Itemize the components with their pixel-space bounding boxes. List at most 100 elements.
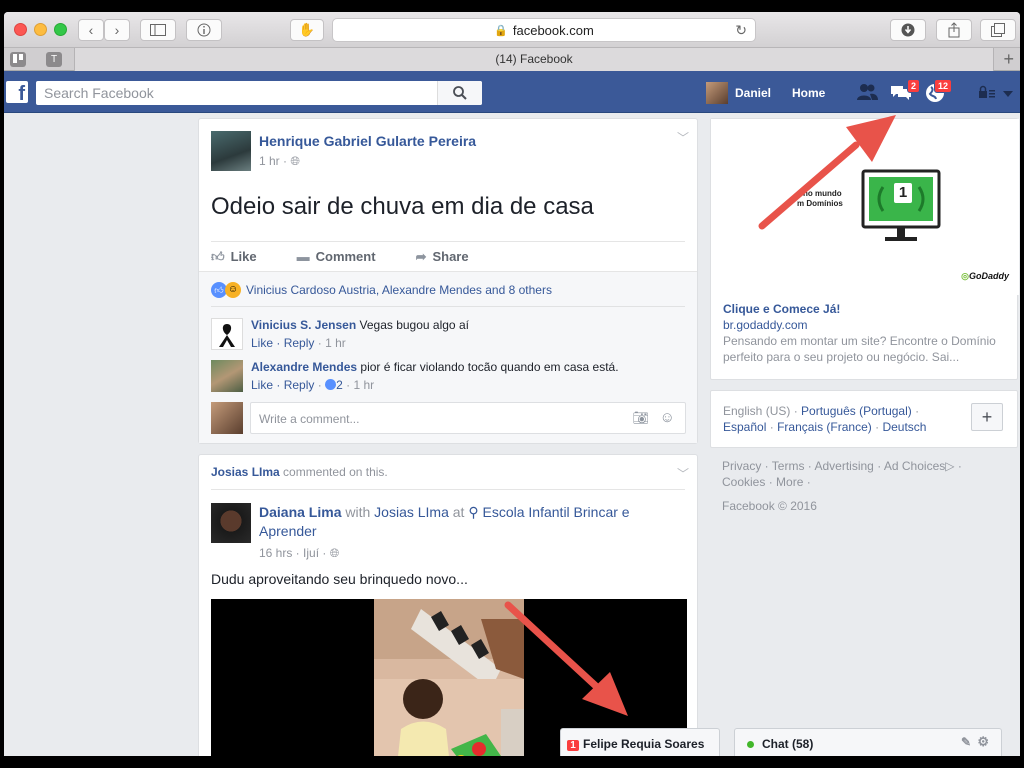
comment-icon: ▬ <box>296 249 310 264</box>
info-icon <box>197 23 211 37</box>
unread-badge: 1 <box>567 740 579 751</box>
privacy-shortcuts-button[interactable] <box>978 83 996 103</box>
ad-domain[interactable]: br.godaddy.com <box>723 317 1013 333</box>
account-menu-button[interactable] <box>1000 83 1016 103</box>
comment-like-count[interactable]: 2 <box>325 378 343 392</box>
downloads-button[interactable] <box>890 19 926 41</box>
close-window-button[interactable] <box>14 23 27 36</box>
address-bar[interactable]: 🔒 facebook.com ↻ <box>332 18 756 42</box>
post-card: Henrique Gabriel Gularte Pereira 1 hr · … <box>198 118 698 444</box>
comment-time[interactable]: 1 hr <box>325 336 346 350</box>
public-globe-icon: 🌐︎ <box>329 546 340 560</box>
language-link[interactable]: Français (France) <box>777 420 872 434</box>
comment-reply-link[interactable]: Reply <box>284 336 315 350</box>
language-link[interactable]: Deutsch <box>882 420 926 434</box>
friend-requests-button[interactable] <box>856 83 878 103</box>
location-pin-icon: ⚲ <box>468 504 479 520</box>
share-button[interactable]: ➦ Share <box>416 249 469 265</box>
post-author-avatar[interactable] <box>211 503 251 543</box>
comment-body: Vinicius S. Jensen Vegas bugou algo aí L… <box>251 318 469 350</box>
new-tab-button[interactable]: + <box>1003 49 1014 70</box>
footer-link[interactable]: Advertising <box>814 459 873 473</box>
ad-choices-icon: ▷ <box>945 459 955 473</box>
ghostery-button[interactable]: ✋ <box>290 19 324 41</box>
online-dot-icon <box>747 741 754 748</box>
back-button[interactable]: ‹ <box>78 19 104 41</box>
gear-icon[interactable]: ⚙ <box>977 734 989 750</box>
profile-link[interactable]: Daniel <box>706 82 771 104</box>
commenter-avatar[interactable] <box>211 318 243 350</box>
post-options-chevron-icon[interactable]: ﹀ <box>677 129 689 146</box>
share-arrow-icon: ➦ <box>415 249 427 264</box>
sponsored-ad[interactable]: no mundo m Domínios 1 ◎GoDaddy Clique e … <box>710 118 1019 380</box>
post-author-avatar[interactable] <box>211 131 251 171</box>
comment-like-link[interactable]: Like <box>251 336 273 350</box>
language-link[interactable]: Español <box>723 420 766 434</box>
language-link[interactable]: Português (Portugal) <box>801 404 912 418</box>
comment-time[interactable]: 1 hr <box>353 378 374 392</box>
search-button[interactable] <box>437 81 482 105</box>
home-link[interactable]: Home <box>792 86 825 100</box>
reload-icon[interactable]: ↻ <box>735 22 747 39</box>
comment-like-link[interactable]: Like <box>251 378 273 392</box>
hand-icon: ✋ <box>298 22 316 37</box>
url-text: facebook.com <box>512 22 594 38</box>
zoom-window-button[interactable] <box>54 23 67 36</box>
sidebar-icon <box>150 24 166 36</box>
my-avatar <box>211 402 243 434</box>
footer-link[interactable]: Terms <box>772 459 805 473</box>
chat-conversation-tab[interactable]: 1 Felipe Requia Soares <box>560 728 720 756</box>
godaddy-icon: ◎ <box>961 271 969 281</box>
like-button[interactable]: 👍︎ Like <box>211 249 257 265</box>
tabs-overview-button[interactable] <box>980 19 1016 41</box>
add-language-button[interactable]: + <box>971 403 1003 431</box>
mourning-ribbon-icon <box>219 324 235 347</box>
post-timestamp[interactable]: 16 hrs · Ijuí · 🌐︎ <box>259 544 659 563</box>
post-author-name[interactable]: Henrique Gabriel Gularte Pereira <box>259 133 476 149</box>
forward-button[interactable]: › <box>104 19 130 41</box>
pinned-tab-trello[interactable] <box>10 52 26 67</box>
footer-links: Privacy · Terms · Advertising · Ad Choic… <box>710 458 1018 514</box>
commenter-avatar[interactable] <box>211 360 243 392</box>
minimize-window-button[interactable] <box>34 23 47 36</box>
post-header: Henrique Gabriel Gularte Pereira 1 hr · … <box>259 133 476 169</box>
compose-icon[interactable]: ✎ <box>961 735 971 749</box>
footer-link[interactable]: More <box>776 475 803 489</box>
search-input[interactable] <box>36 81 482 105</box>
pinned-tab-t[interactable]: T <box>46 52 62 67</box>
footer-link[interactable]: Ad Choices <box>884 459 945 473</box>
comment-reply-link[interactable]: Reply <box>284 378 315 392</box>
monitor-number: 1 <box>894 183 912 203</box>
comment-item: Alexandre Mendes pior é ficar violando t… <box>211 360 619 392</box>
reactions-summary[interactable]: 👍︎ ☺ Vinicius Cardoso Austria, Alexandre… <box>211 282 552 298</box>
share-icon <box>948 22 960 38</box>
ad-description: Pensando em montar um site? Encontre o D… <box>723 334 996 364</box>
footer-link[interactable]: Privacy <box>722 459 761 473</box>
sidebar-toggle-button[interactable] <box>140 19 176 41</box>
post-timestamp[interactable]: 1 hr · 🌐︎ <box>259 154 476 169</box>
caret-down-icon <box>1003 91 1013 97</box>
emoji-icon[interactable]: ☺ <box>660 409 675 426</box>
haha-reaction-icon: ☺ <box>225 282 241 298</box>
footer-link[interactable]: Cookies <box>722 475 765 489</box>
lock-menu-icon <box>979 85 995 98</box>
post-options-chevron-icon[interactable]: ﹀ <box>677 465 689 482</box>
info-button[interactable] <box>186 19 222 41</box>
notifications-badge: 12 <box>934 79 953 93</box>
chevron-right-icon: › <box>114 22 120 38</box>
facebook-logo[interactable]: f <box>6 81 28 103</box>
like-reaction-icon <box>325 379 337 390</box>
camera-icon[interactable]: 📷︎ <box>632 410 649 426</box>
search-icon <box>453 86 467 100</box>
share-button[interactable] <box>936 19 972 41</box>
comments-section: 👍︎ ☺ Vinicius Cardoso Austria, Alexandre… <box>199 271 697 443</box>
write-comment-input[interactable]: Write a comment... 📷︎ ☺ <box>250 402 686 434</box>
ad-title[interactable]: Clique e Comece Já! <box>723 301 1013 317</box>
tab-facebook[interactable]: (14) Facebook <box>74 48 994 71</box>
chat-sidebar-tab[interactable]: Chat (58) ✎ ⚙ <box>734 728 1002 756</box>
messages-badge: 2 <box>907 79 921 93</box>
comment-button[interactable]: ▬ Comment <box>297 249 376 265</box>
story-header: Josias LIma commented on this. <box>211 465 388 479</box>
post-text: Odeio sair de chuva em dia de casa <box>211 193 594 220</box>
ad-image[interactable]: no mundo m Domínios 1 ◎GoDaddy <box>711 119 1019 295</box>
